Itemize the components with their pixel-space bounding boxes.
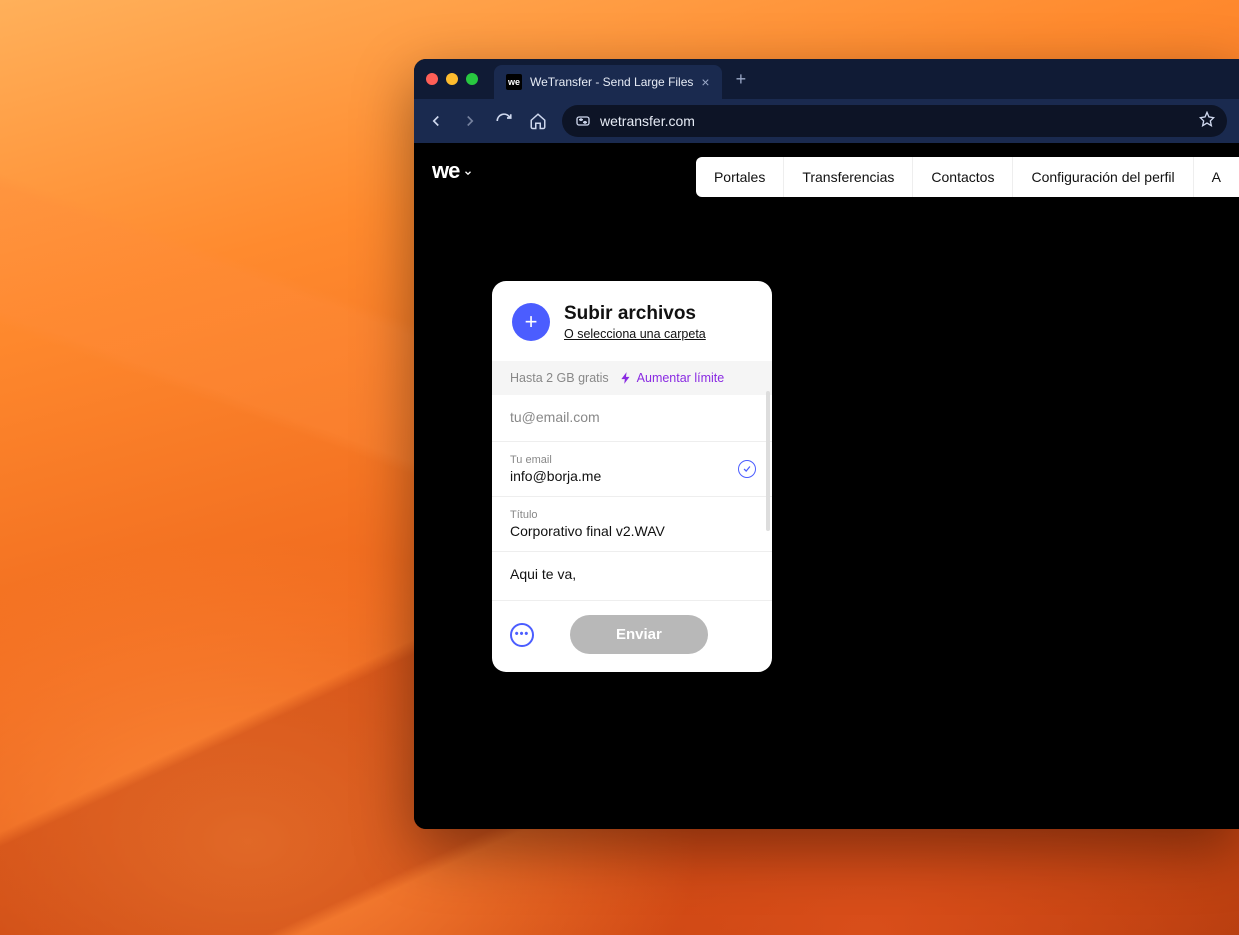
nav-item-configuracion[interactable]: Configuración del perfil [1013, 157, 1193, 197]
title-value: Corporativo final v2.WAV [510, 523, 754, 539]
more-options-button[interactable]: ••• [510, 623, 534, 647]
window-maximize-button[interactable] [466, 73, 478, 85]
message-value: Aqui te va, [510, 566, 754, 582]
new-tab-button[interactable]: + [736, 69, 747, 90]
increase-limit-link[interactable]: Aumentar límite [619, 371, 725, 385]
nav-item-transferencias[interactable]: Transferencias [784, 157, 913, 197]
ellipsis-icon: ••• [515, 629, 530, 640]
send-button[interactable]: Enviar [570, 615, 708, 654]
chevron-down-icon[interactable] [463, 158, 473, 184]
tab-title: WeTransfer - Send Large Files [530, 75, 693, 89]
logo-text: we [432, 158, 459, 184]
verified-check-icon [738, 460, 756, 478]
back-button[interactable] [426, 111, 446, 131]
limit-text: Hasta 2 GB gratis [510, 371, 609, 385]
site-settings-icon[interactable] [574, 112, 592, 130]
browser-toolbar: wetransfer.com [414, 99, 1239, 143]
recipient-field[interactable]: tu@email.com [492, 395, 772, 442]
title-label: Título [510, 509, 754, 521]
home-button[interactable] [528, 111, 548, 131]
transfer-card: + Subir archivos O selecciona una carpet… [492, 281, 772, 672]
url-text: wetransfer.com [600, 113, 695, 129]
browser-tab-bar: we WeTransfer - Send Large Files × + [414, 59, 1239, 99]
tab-close-icon[interactable]: × [701, 74, 709, 90]
bookmark-star-icon[interactable] [1199, 111, 1215, 132]
wetransfer-logo[interactable]: we [432, 158, 473, 184]
add-files-button[interactable]: + [512, 303, 550, 341]
increase-limit-label: Aumentar límite [637, 371, 725, 385]
window-controls [426, 73, 478, 85]
upload-title: Subir archivos [564, 303, 706, 325]
message-field[interactable]: Aqui te va, [492, 552, 772, 601]
window-minimize-button[interactable] [446, 73, 458, 85]
sender-field[interactable]: Tu email info@borja.me [492, 442, 772, 497]
upload-section: + Subir archivos O selecciona una carpet… [492, 281, 772, 361]
title-field[interactable]: Título Corporativo final v2.WAV [492, 497, 772, 552]
tab-favicon-icon: we [506, 74, 522, 90]
recipient-placeholder: tu@email.com [510, 409, 600, 425]
top-nav: Portales Transferencias Contactos Config… [696, 157, 1239, 197]
browser-tab[interactable]: we WeTransfer - Send Large Files × [494, 65, 722, 99]
plus-icon: + [525, 309, 538, 335]
reload-button[interactable] [494, 111, 514, 131]
select-folder-link[interactable]: O selecciona una carpeta [564, 327, 706, 341]
limit-row: Hasta 2 GB gratis Aumentar límite [492, 361, 772, 395]
browser-window: we WeTransfer - Send Large Files × + wet… [414, 59, 1239, 829]
card-footer: ••• Enviar [492, 601, 772, 672]
nav-item-more[interactable]: A [1194, 157, 1239, 197]
address-bar[interactable]: wetransfer.com [562, 105, 1227, 137]
nav-item-portales[interactable]: Portales [696, 157, 784, 197]
nav-item-contactos[interactable]: Contactos [913, 157, 1013, 197]
window-close-button[interactable] [426, 73, 438, 85]
forward-button[interactable] [460, 111, 480, 131]
sender-label: Tu email [510, 454, 754, 466]
bolt-icon [619, 371, 633, 385]
page-content: we Portales Transferencias Contactos Con… [414, 143, 1239, 829]
sender-value: info@borja.me [510, 468, 754, 484]
